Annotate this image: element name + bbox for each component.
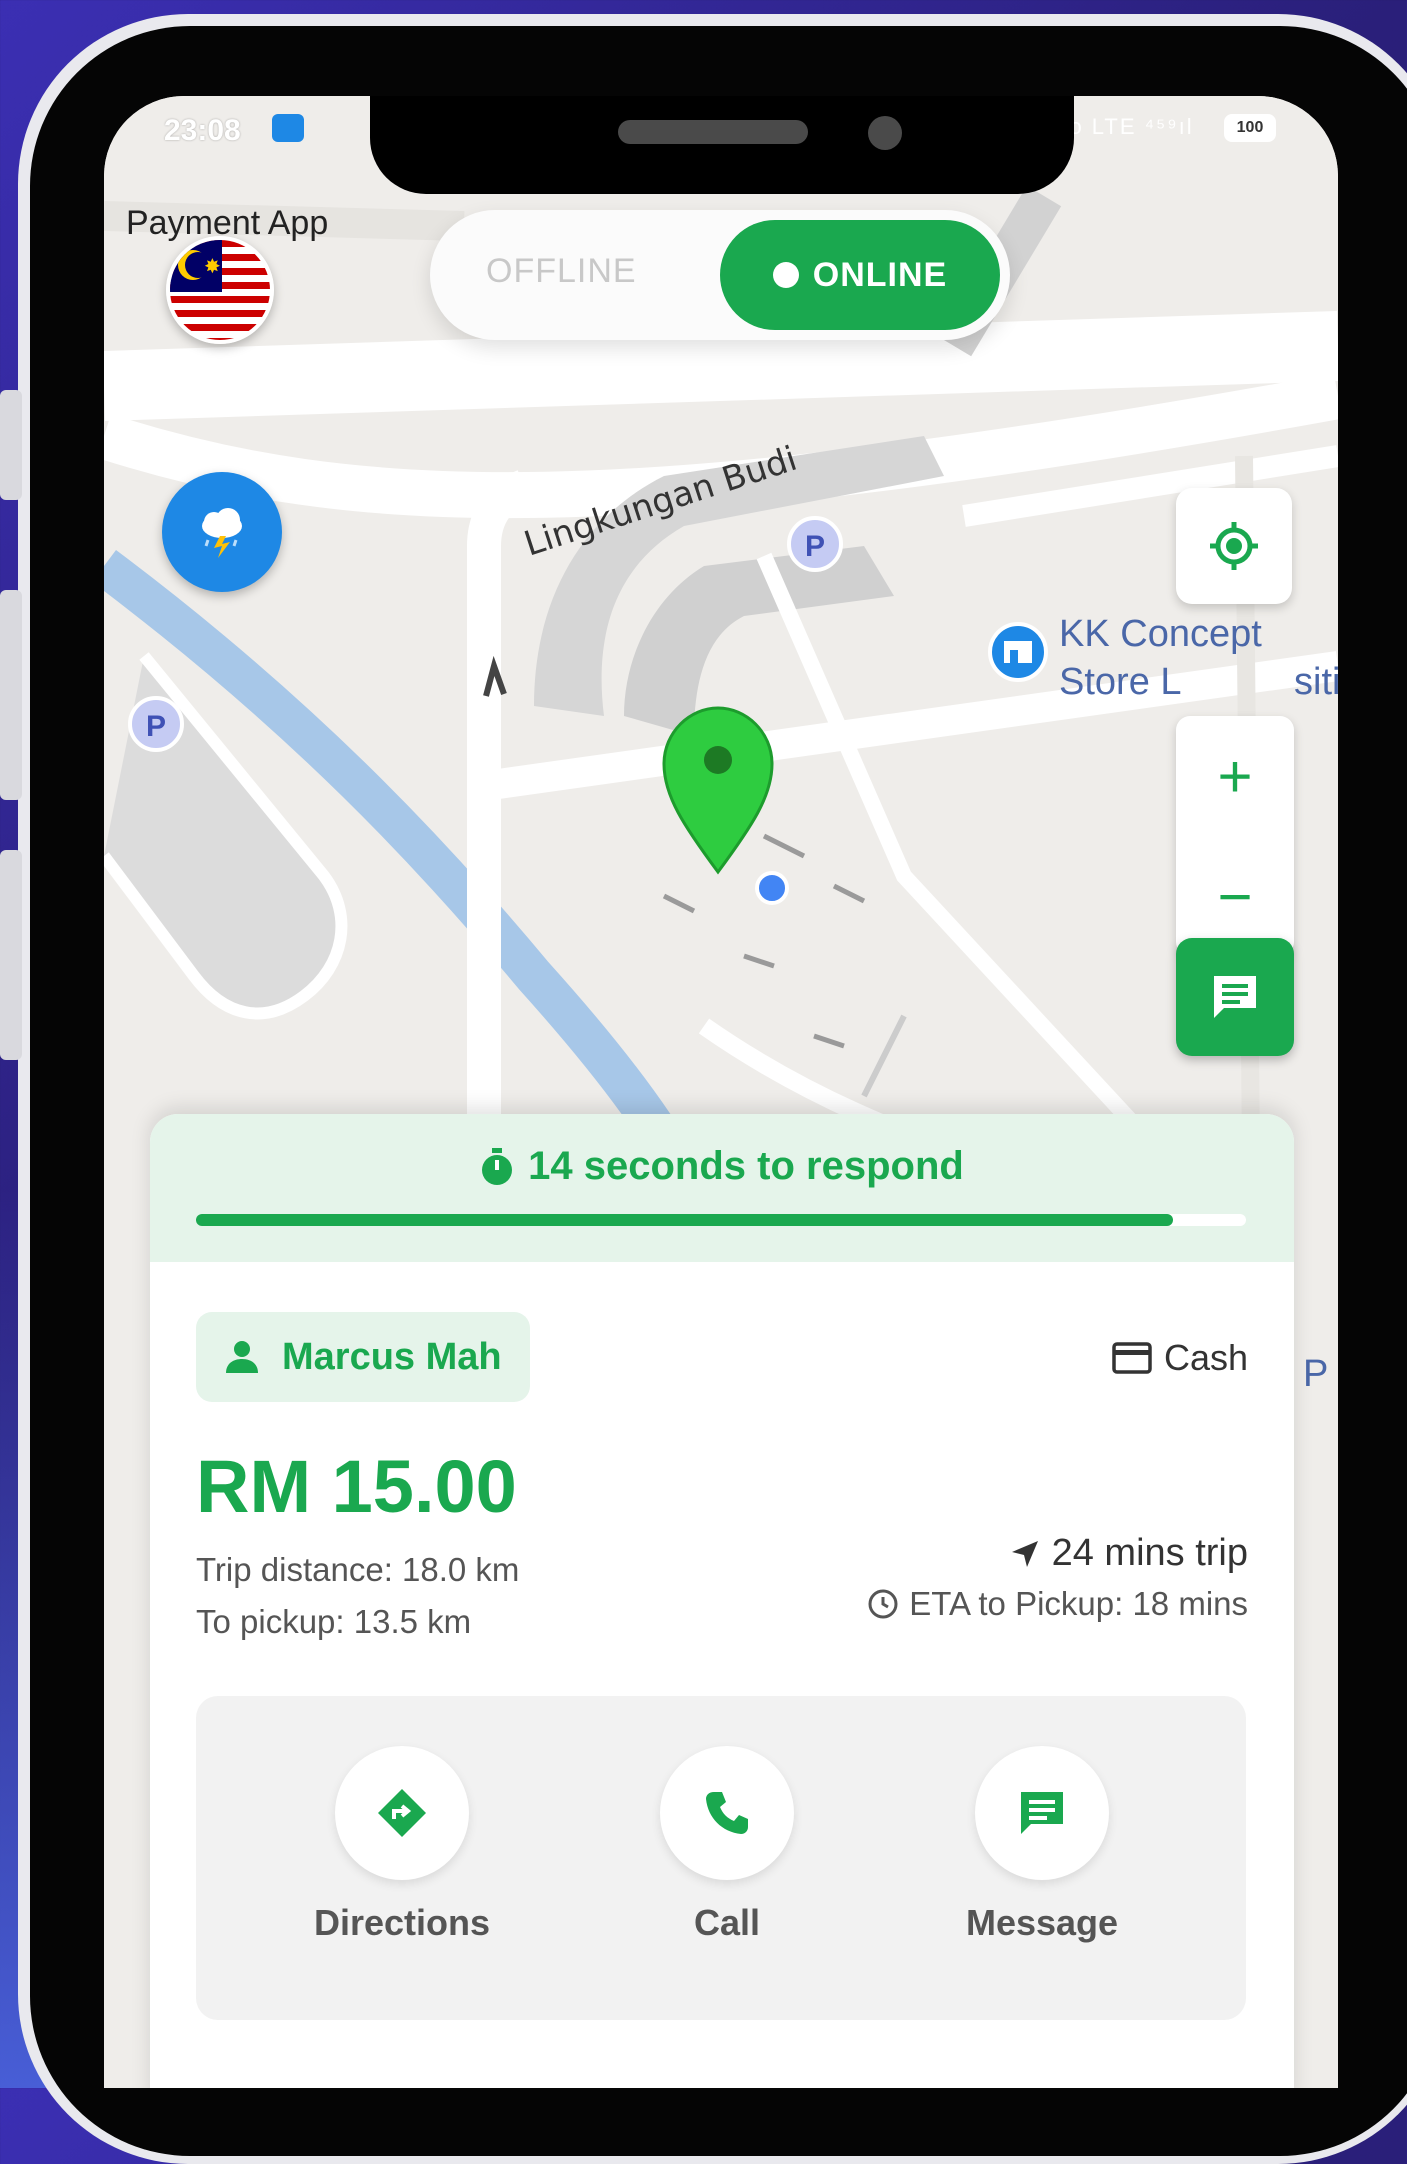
app-screen: Lingkungan Budi P P KK Concept Store L s… [104, 96, 1338, 2088]
svg-text:P: P [805, 530, 825, 563]
online-option[interactable]: ONLINE [720, 220, 1000, 330]
parking-marker: P [787, 516, 843, 572]
action-bar: Directions Call Message [196, 1696, 1246, 2020]
flag-canton: ✸ [170, 240, 222, 292]
battery-icon: 100 [1224, 114, 1276, 142]
phone-side-button [0, 390, 22, 500]
phone-side-button [0, 850, 22, 1060]
zoom-in-button[interactable]: + [1176, 716, 1294, 836]
front-camera [868, 116, 902, 150]
call-button[interactable]: Call [607, 1746, 847, 1944]
online-offline-toggle[interactable]: OFFLINE ONLINE [430, 210, 1010, 340]
trip-distance: Trip distance: 18.0 km [196, 1551, 520, 1588]
distance-info: Trip distance: 18.0 km To pickup: 13.5 k… [196, 1544, 519, 1648]
card-icon [1112, 1342, 1152, 1374]
status-time: 23:08 [164, 114, 241, 147]
poi-label: Store L [1059, 661, 1182, 703]
signal-indicators: Vo LTE ⁴⁵⁹ıl [1054, 114, 1194, 139]
call-label: Call [693, 1902, 761, 1943]
pickup-distance: To pickup: 13.5 km [196, 1603, 472, 1640]
directions-icon [378, 1789, 426, 1837]
message-button[interactable]: Message [922, 1746, 1162, 1944]
svg-text:P: P [146, 710, 166, 743]
ride-request-card: 14 seconds to respond Marcus Mah Cash RM… [150, 1114, 1294, 2088]
store-poi-icon [988, 622, 1048, 682]
trip-duration: 24 mins trip [1051, 1532, 1248, 1574]
countdown-progress-track [196, 1214, 1246, 1226]
current-location-dot [755, 871, 789, 905]
poi-label: KK Concept [1059, 613, 1262, 655]
offline-option[interactable]: OFFLINE [486, 252, 637, 291]
rider-chip[interactable]: Marcus Mah [196, 1312, 530, 1402]
weather-button[interactable] [162, 472, 282, 592]
my-location-icon [1210, 522, 1258, 570]
payment-method: Cash [1112, 1320, 1248, 1396]
rider-name: Marcus Mah [282, 1335, 502, 1378]
eta-to-pickup: ETA to Pickup: 18 mins [909, 1585, 1248, 1622]
chat-button[interactable] [1176, 938, 1294, 1056]
time-info: 24 mins trip ETA to Pickup: 18 mins [867, 1532, 1248, 1623]
online-dot-icon [772, 262, 799, 288]
speaker-grille [618, 120, 808, 144]
recenter-button[interactable] [1176, 488, 1292, 604]
fare-amount: RM 15.00 [196, 1445, 517, 1528]
zoom-controls: + − [1176, 716, 1294, 956]
countdown-progress-fill [196, 1214, 1173, 1226]
payment-label: Cash [1163, 1337, 1248, 1378]
directions-label: Directions [313, 1902, 491, 1943]
online-label: ONLINE [812, 255, 948, 294]
thunderstorm-icon [202, 508, 242, 558]
message-icon [1021, 1792, 1063, 1834]
parking-marker: P [128, 696, 184, 752]
notification-icon [272, 114, 304, 142]
clock-icon [868, 1589, 898, 1619]
timer-icon [482, 1147, 513, 1185]
phone-side-button [0, 590, 22, 800]
malaysia-flag-button[interactable]: ✸ [166, 236, 274, 344]
star-icon: ✸ [204, 256, 221, 278]
phone-icon [706, 1792, 748, 1834]
countdown-text: 14 seconds to respond [528, 1144, 964, 1188]
poi-label: siti [1294, 661, 1338, 703]
directions-button[interactable]: Directions [282, 1746, 522, 1944]
countdown-banner: 14 seconds to respond [150, 1114, 1294, 1262]
chat-icon [1214, 976, 1256, 1018]
message-label: Message [965, 1902, 1119, 1943]
navigation-arrow-icon [1011, 1540, 1038, 1567]
person-icon [226, 1341, 258, 1373]
phone-notch [370, 96, 1074, 194]
